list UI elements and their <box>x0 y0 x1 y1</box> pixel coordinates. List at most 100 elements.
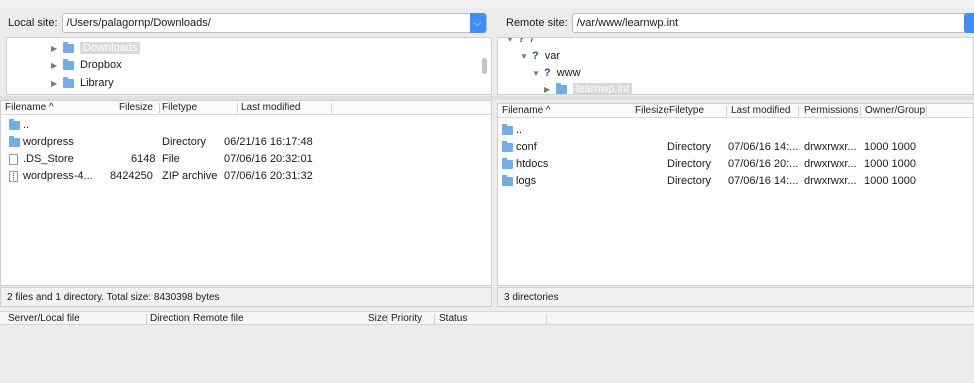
column-header-last-modified[interactable]: Last modified <box>241 102 300 113</box>
folder-icon <box>502 175 513 186</box>
column-header-remote-file[interactable]: Remote file <box>193 313 244 324</box>
column-header-direction[interactable]: Direction <box>150 313 189 324</box>
column-divider[interactable] <box>189 314 190 324</box>
column-header-permissions[interactable]: Permissions <box>804 105 858 116</box>
tree-item-learnwp[interactable]: ▶ learnwp.int <box>544 81 633 94</box>
column-divider[interactable] <box>331 103 332 113</box>
column-divider[interactable] <box>146 314 147 324</box>
table-row[interactable]: .. <box>498 122 973 139</box>
remote-status-line: 3 directories <box>497 287 974 307</box>
file-permissions: drwxrwxr... <box>804 158 857 170</box>
remote-dropdown-button[interactable] <box>964 13 974 33</box>
column-header-filesize[interactable]: Filesize <box>119 102 153 113</box>
local-file-list[interactable]: Filename ^ Filesize Filetype Last modifi… <box>0 100 492 286</box>
column-header-status[interactable]: Status <box>439 313 467 324</box>
file-name: wordpress-4... <box>23 170 93 182</box>
disclosure-triangle-icon[interactable]: ▶ <box>51 79 63 88</box>
tree-item-www[interactable]: ▼ ? www <box>532 65 581 81</box>
tree-item-label: learnwp.int <box>573 83 633 94</box>
folder-icon <box>9 136 20 147</box>
column-divider[interactable] <box>546 314 547 324</box>
disclosure-triangle-icon[interactable]: ▼ <box>532 69 544 78</box>
tree-item-dropbox[interactable]: ▶ Dropbox <box>51 57 122 73</box>
remote-list-header: Filename ^ Filesize Filetype Last modifi… <box>498 104 973 118</box>
column-divider[interactable] <box>726 106 727 116</box>
tree-item-downloads[interactable]: ▶ Downloads <box>51 40 141 56</box>
tree-item-library[interactable]: ▶ Library <box>51 75 114 91</box>
column-divider[interactable] <box>237 103 238 113</box>
table-row[interactable]: wordpress Directory 06/21/16 16:17:48 <box>1 134 491 151</box>
table-row[interactable]: conf Directory 07/06/16 14:... drwxrwxr.… <box>498 139 973 156</box>
remote-directory-tree[interactable]: ▼ ? / ▼ ? var ▼ ? www ▶ learnwp.int <box>497 37 974 95</box>
column-divider[interactable] <box>159 103 160 113</box>
table-row[interactable]: logs Directory 07/06/16 14:... drwxrwxr.… <box>498 173 973 190</box>
column-header-filename[interactable]: Filename ^ <box>502 105 551 116</box>
file-name: .DS_Store <box>23 153 74 165</box>
file-modified: 07/06/16 20:31:32 <box>224 170 313 182</box>
tree-item-label: Downloads <box>80 42 141 54</box>
file-type: Directory <box>667 141 712 153</box>
table-row[interactable]: htdocs Directory 07/06/16 20:... drwxrwx… <box>498 156 973 173</box>
file-name: htdocs <box>516 158 549 170</box>
tree-item-root[interactable]: ▼ ? / <box>506 37 534 47</box>
file-icon <box>9 154 18 165</box>
column-divider[interactable] <box>434 314 435 324</box>
file-size: 8424250 <box>110 170 153 182</box>
file-permissions: drwxrwxr... <box>804 175 857 187</box>
disclosure-triangle-icon[interactable]: ▼ <box>506 38 518 44</box>
disclosure-triangle-icon[interactable]: ▼ <box>520 52 532 61</box>
table-row[interactable]: .DS_Store 6148 File 07/06/16 20:32:01 <box>1 151 491 168</box>
folder-icon <box>556 82 567 94</box>
column-header-filetype[interactable]: Filetype <box>669 105 704 116</box>
column-header-filetype[interactable]: Filetype <box>162 102 197 113</box>
folder-icon <box>9 119 20 130</box>
column-header-filesize[interactable]: Filesize <box>635 105 669 116</box>
folder-icon <box>502 124 513 135</box>
file-modified: 07/06/16 20:32:01 <box>224 153 313 165</box>
disclosure-triangle-icon[interactable]: ▶ <box>51 61 63 70</box>
remote-file-list[interactable]: Filename ^ Filesize Filetype Last modifi… <box>497 103 974 286</box>
tree-item-var[interactable]: ▼ ? var <box>520 48 560 64</box>
file-type: File <box>162 153 180 165</box>
local-status-line: 2 files and 1 directory. Total size: 843… <box>0 287 492 307</box>
column-header-owner-group[interactable]: Owner/Group <box>865 105 925 116</box>
local-site-bar: Local site: /Users/palagornp/Downloads/ … <box>0 10 492 36</box>
disclosure-triangle-icon[interactable]: ▶ <box>51 44 63 53</box>
file-owner: 1000 1000 <box>864 158 916 170</box>
local-site-label: Local site: <box>8 17 58 29</box>
table-row[interactable]: wordpress-4... 8424250 ZIP archive 07/06… <box>1 168 491 185</box>
column-header-size[interactable]: Size <box>368 313 387 324</box>
column-header-last-modified[interactable]: Last modified <box>731 105 790 116</box>
folder-icon <box>502 141 513 152</box>
question-icon: ? <box>518 37 525 45</box>
column-divider[interactable] <box>926 106 927 116</box>
column-header-priority[interactable]: Priority <box>391 313 422 324</box>
chevron-down-icon[interactable]: ⌵ <box>469 13 486 33</box>
tree-scrollbar[interactable] <box>482 58 487 74</box>
file-modified: 07/06/16 14:... <box>728 141 799 153</box>
file-permissions: drwxrwxr... <box>804 141 857 153</box>
file-owner: 1000 1000 <box>864 175 916 187</box>
disclosure-triangle-icon[interactable]: ▶ <box>544 85 556 94</box>
column-divider[interactable] <box>387 314 388 324</box>
remote-path-combobox[interactable]: /var/www/learnwp.int <box>571 13 974 33</box>
remote-path-value[interactable]: /var/www/learnwp.int <box>577 17 678 29</box>
question-icon: ? <box>544 67 551 79</box>
transfer-queue[interactable] <box>0 326 974 383</box>
column-divider[interactable] <box>798 106 799 116</box>
column-divider[interactable] <box>666 106 667 116</box>
column-header-filename[interactable]: Filename ^ <box>5 102 54 113</box>
column-divider[interactable] <box>860 106 861 116</box>
file-name: logs <box>516 175 537 187</box>
local-path-value[interactable]: /Users/palagornp/Downloads/ <box>67 17 211 29</box>
file-name: conf <box>516 141 537 153</box>
column-header-server-local-file[interactable]: Server/Local file <box>8 313 80 324</box>
file-type: ZIP archive <box>162 170 218 182</box>
file-name: .. <box>516 124 523 136</box>
local-directory-tree[interactable]: ▶ Downloads ▶ Dropbox ▶ Library <box>6 37 492 95</box>
tree-item-label: www <box>556 67 581 79</box>
zip-icon <box>9 171 18 182</box>
file-name: wordpress <box>23 136 74 148</box>
table-row[interactable]: .. <box>1 117 491 134</box>
local-path-combobox[interactable]: /Users/palagornp/Downloads/ ⌵ <box>61 13 487 33</box>
